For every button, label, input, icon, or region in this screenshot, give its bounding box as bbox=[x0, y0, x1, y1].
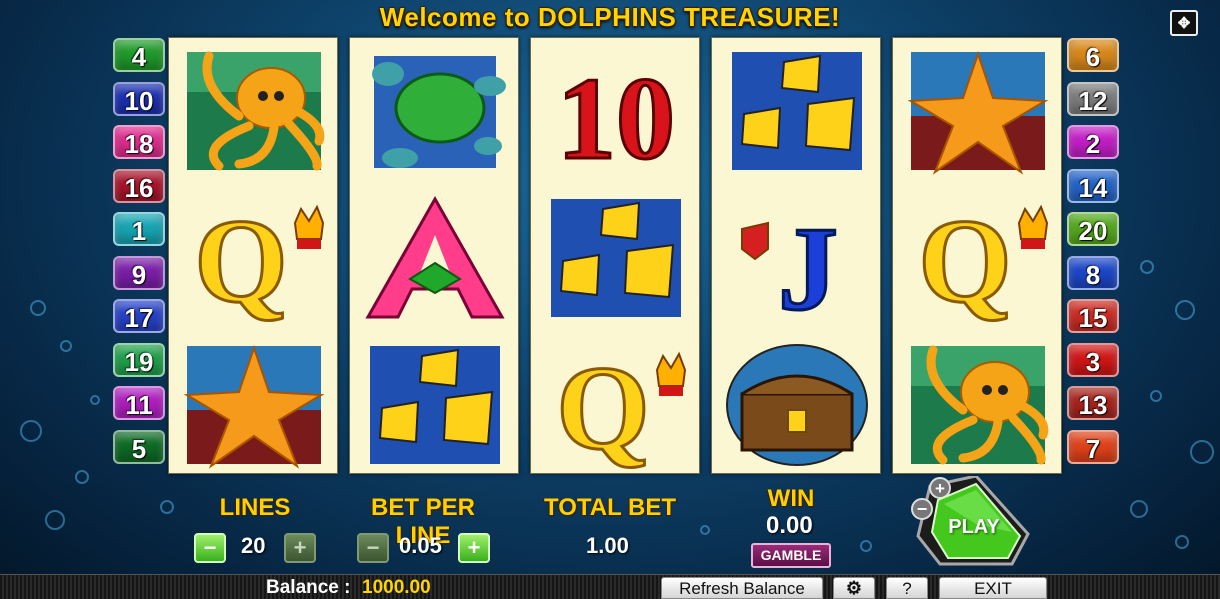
fish-symbol bbox=[541, 193, 691, 323]
turtle-symbol bbox=[360, 46, 510, 176]
payline-badge[interactable]: 15 bbox=[1067, 299, 1119, 333]
bet-plus-button[interactable]: + bbox=[458, 533, 490, 563]
payline-badge[interactable]: 16 bbox=[113, 168, 165, 203]
svg-text:Q: Q bbox=[556, 341, 649, 470]
lines-plus-button[interactable]: + bbox=[284, 533, 316, 563]
reel-1: Q bbox=[168, 37, 338, 474]
fish-symbol bbox=[722, 46, 872, 176]
svg-text:−: − bbox=[917, 499, 928, 519]
queen-symbol: Q bbox=[541, 340, 691, 476]
reel-3: 10 Q bbox=[530, 37, 700, 476]
svg-text:Q: Q bbox=[194, 194, 287, 323]
payline-badge[interactable]: 12 bbox=[1067, 81, 1119, 116]
payline-badge[interactable]: 6 bbox=[1067, 38, 1119, 72]
play-label: PLAY bbox=[948, 516, 1000, 538]
play-control: + − PLAY bbox=[900, 474, 1032, 568]
reel-2 bbox=[349, 37, 519, 474]
gear-icon: ⚙ bbox=[845, 578, 863, 598]
svg-text:+: + bbox=[935, 479, 945, 498]
payline-badge[interactable]: 17 bbox=[113, 299, 165, 333]
payline-badge[interactable]: 4 bbox=[113, 38, 165, 72]
queen-symbol: Q bbox=[179, 193, 329, 329]
payline-badge[interactable]: 19 bbox=[113, 342, 165, 377]
settings-button[interactable]: ⚙ bbox=[833, 577, 875, 599]
balance-label: Balance : bbox=[266, 577, 351, 598]
jack-symbol: J bbox=[722, 193, 872, 337]
win-label: WIN bbox=[767, 485, 815, 512]
gamble-button[interactable]: GAMBLE bbox=[751, 543, 831, 568]
svg-text:J: J bbox=[778, 202, 838, 323]
starfish-symbol bbox=[179, 340, 329, 470]
bet-decrease-button[interactable]: − bbox=[911, 498, 933, 520]
help-button[interactable]: ? bbox=[886, 577, 928, 599]
game-title: Welcome to DOLPHINS TREASURE! bbox=[379, 2, 841, 32]
fullscreen-arrows-icon[interactable]: ✥ bbox=[1170, 10, 1198, 36]
ace-symbol bbox=[360, 193, 510, 323]
total-bet-value: 1.00 bbox=[586, 533, 629, 558]
lines-minus-button[interactable]: − bbox=[194, 533, 226, 563]
payline-badge[interactable]: 20 bbox=[1067, 212, 1119, 246]
reel-4: J bbox=[711, 37, 881, 474]
octopus-symbol bbox=[179, 46, 329, 176]
payline-badge[interactable]: 8 bbox=[1067, 255, 1119, 290]
exit-button[interactable]: EXIT bbox=[939, 577, 1047, 599]
paylines-left: 4 10 18 16 1 9 17 19 11 5 bbox=[113, 38, 165, 473]
lines-label: LINES bbox=[219, 494, 291, 521]
paylines-right: 6 12 2 14 20 8 15 3 13 7 bbox=[1067, 38, 1119, 473]
ten-symbol: 10 bbox=[541, 46, 691, 186]
total-bet-label: TOTAL BET bbox=[544, 494, 676, 521]
payline-badge[interactable]: 9 bbox=[113, 255, 165, 290]
bet-per-line-value: 0.05 bbox=[399, 533, 442, 558]
octopus-symbol bbox=[903, 340, 1053, 470]
bet-minus-button[interactable]: − bbox=[357, 533, 389, 563]
payline-badge[interactable]: 7 bbox=[1067, 429, 1119, 464]
payline-badge[interactable]: 5 bbox=[113, 429, 165, 464]
queen-symbol: Q bbox=[903, 193, 1053, 329]
starfish-symbol bbox=[903, 46, 1053, 176]
payline-badge[interactable]: 18 bbox=[113, 125, 165, 159]
payline-badge[interactable]: 3 bbox=[1067, 342, 1119, 377]
balance-value: 1000.00 bbox=[362, 577, 431, 598]
payline-badge[interactable]: 10 bbox=[113, 81, 165, 116]
payline-badge[interactable]: 11 bbox=[113, 386, 165, 420]
payline-badge[interactable]: 1 bbox=[113, 212, 165, 246]
payline-badge[interactable]: 2 bbox=[1067, 125, 1119, 159]
fish-symbol bbox=[360, 340, 510, 470]
refresh-balance-button[interactable]: Refresh Balance bbox=[661, 577, 823, 599]
svg-text:Q: Q bbox=[918, 194, 1011, 323]
svg-text:10: 10 bbox=[557, 53, 675, 176]
payline-badge[interactable]: 14 bbox=[1067, 168, 1119, 203]
lines-value: 20 bbox=[241, 533, 266, 558]
treasure-chest-symbol bbox=[722, 340, 872, 470]
bet-increase-button[interactable]: + bbox=[929, 477, 951, 499]
reel-5: Q bbox=[892, 37, 1062, 474]
payline-badge[interactable]: 13 bbox=[1067, 386, 1119, 420]
win-value: 0.00 bbox=[766, 512, 813, 539]
